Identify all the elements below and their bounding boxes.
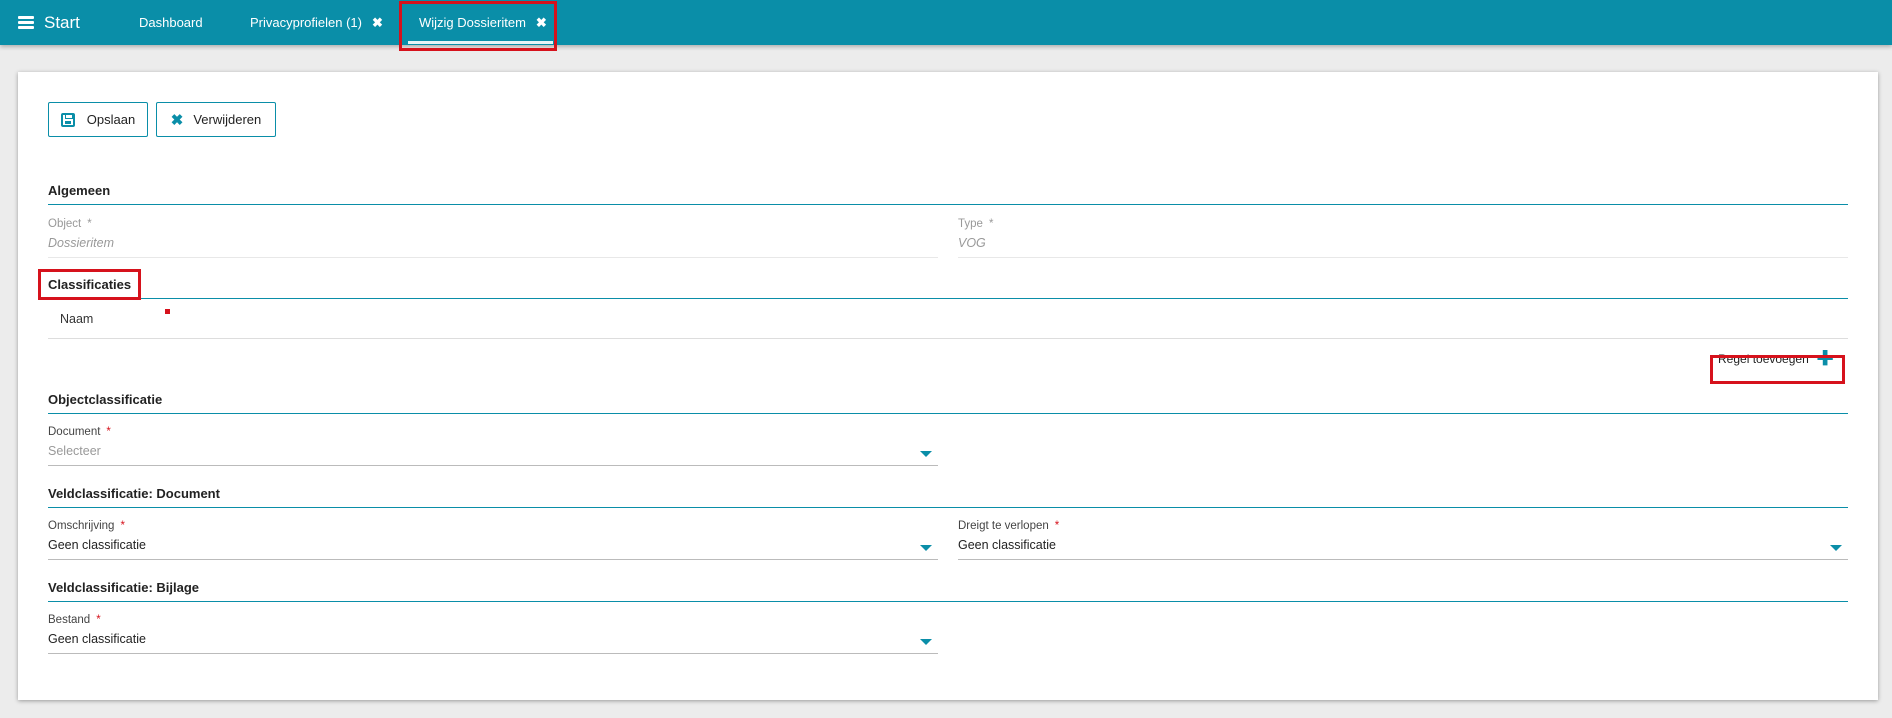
document-field-label: Document * xyxy=(48,426,111,438)
section-veldclassificatie-document: Veldclassificatie: Document xyxy=(48,486,1848,508)
section-title: Algemeen xyxy=(48,183,111,198)
object-field-label: Object * xyxy=(48,218,92,230)
close-icon[interactable]: ✖ xyxy=(536,15,547,31)
dreigt-select-underline xyxy=(958,559,1848,560)
chevron-down-icon[interactable] xyxy=(1830,545,1842,551)
form-card: Opslaan ✖ Verwijderen Algemeen Object * D… xyxy=(18,72,1878,700)
save-label: Opslaan xyxy=(86,112,136,127)
section-title: Objectclassificatie xyxy=(48,392,163,407)
type-field-value: VOG xyxy=(958,236,986,250)
type-field-label: Type * xyxy=(958,218,994,230)
omschrijving-select-underline xyxy=(48,559,938,560)
chevron-down-icon[interactable] xyxy=(920,451,932,457)
delete-label: Verwijderen xyxy=(193,112,262,127)
hamburger-icon xyxy=(18,16,34,29)
document-select-underline xyxy=(48,465,938,466)
section-objectclassificatie: Objectclassificatie xyxy=(48,392,1848,414)
add-row-label: Regel toevoegen xyxy=(1718,352,1809,366)
active-tab-indicator xyxy=(408,41,553,44)
section-classificaties: Classificaties xyxy=(48,277,1848,299)
start-label: Start xyxy=(44,12,80,32)
type-field-underline xyxy=(958,257,1848,258)
section-title: Veldclassificatie: Document xyxy=(48,486,220,501)
dreigt-field-label: Dreigt te verlopen * xyxy=(958,520,1060,532)
chevron-down-icon[interactable] xyxy=(920,639,932,645)
section-veldclassificatie-bijlage: Veldclassificatie: Bijlage xyxy=(48,580,1848,602)
tab-label: Privacyprofielen (1) xyxy=(250,15,362,30)
section-title: Veldclassificatie: Bijlage xyxy=(48,580,200,595)
tab-dashboard[interactable]: Dashboard xyxy=(139,0,203,45)
object-field-underline xyxy=(48,257,938,258)
bestand-select[interactable]: Geen classificatie xyxy=(48,632,938,652)
required-indicator xyxy=(165,309,170,314)
object-field-value: Dossieritem xyxy=(48,236,114,250)
chevron-down-icon[interactable] xyxy=(920,545,932,551)
bestand-select-underline xyxy=(48,653,938,654)
column-header-naam: Naam xyxy=(60,312,94,326)
omschrijving-field-label: Omschrijving * xyxy=(48,520,125,532)
tab-wijzig-dossieritem[interactable]: Wijzig Dossieritem ✖ xyxy=(419,0,547,45)
document-select[interactable]: Selecteer xyxy=(48,444,938,464)
delete-button[interactable]: ✖ Verwijderen xyxy=(156,102,276,137)
section-algemeen: Algemeen xyxy=(48,183,1848,205)
tab-privacyprofielen[interactable]: Privacyprofielen (1) ✖ xyxy=(250,0,383,45)
dreigt-select[interactable]: Geen classificatie xyxy=(958,538,1848,558)
top-navigation-bar: Start Dashboard Privacyprofielen (1) ✖ W… xyxy=(0,0,1892,45)
add-row-button[interactable]: Regel toevoegen ✚ xyxy=(1718,348,1834,370)
omschrijving-select[interactable]: Geen classificatie xyxy=(48,538,938,558)
tab-label: Dashboard xyxy=(139,15,203,30)
close-icon[interactable]: ✖ xyxy=(372,15,383,31)
plus-icon: ✚ xyxy=(1816,348,1834,370)
floppy-disk-icon xyxy=(60,112,75,127)
classificaties-table-header: Naam xyxy=(48,297,1848,339)
tab-label: Wijzig Dossieritem xyxy=(419,15,526,30)
section-title: Classificaties xyxy=(48,277,132,292)
close-icon: ✖ xyxy=(170,111,184,129)
save-button[interactable]: Opslaan xyxy=(48,102,148,137)
start-menu-button[interactable]: Start xyxy=(18,0,80,45)
bestand-field-label: Bestand * xyxy=(48,614,101,626)
